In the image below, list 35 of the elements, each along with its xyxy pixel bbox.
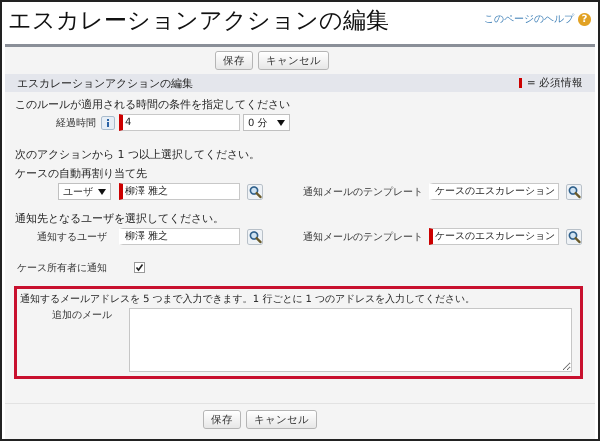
save-button[interactable]: 保存: [203, 410, 241, 429]
section-heading: 通知先となるユーザを選択してください。: [15, 211, 224, 226]
input-field[interactable]: ケースのエスカレーション: [429, 183, 559, 200]
field-label: 通知メールのテンプレート: [303, 186, 424, 198]
section-title: エスカレーションアクションの編集: [17, 76, 193, 90]
cancel-button[interactable]: キャンセル: [258, 51, 329, 70]
search-icon[interactable]: [566, 184, 582, 200]
field-label: ケース所有者に通知: [17, 262, 107, 274]
search-icon[interactable]: [247, 184, 263, 200]
caret-icon: [98, 188, 106, 194]
section-heading: 次のアクションから 1 つ以上選択してください。: [15, 147, 260, 162]
required-marker: [518, 78, 522, 88]
section-heading: ケースの自動再割り当て先: [15, 166, 147, 181]
field-label: 経過時間: [56, 116, 96, 130]
dropdown[interactable]: 0 分: [243, 114, 290, 131]
cancel-button[interactable]: キャンセル: [246, 410, 317, 429]
search-icon[interactable]: [566, 228, 582, 244]
help-link[interactable]: このページのヘルプ: [484, 12, 574, 26]
field-label: 通知するユーザ: [37, 230, 107, 244]
dropdown[interactable]: ユーザ: [58, 183, 111, 200]
page-title: エスカレーションアクションの編集: [8, 7, 389, 36]
section-heading: このルールが適用される時間の条件を指定してください: [15, 97, 290, 112]
field-label: 通知メールのテンプレート: [303, 230, 424, 244]
input-field[interactable]: ケースのエスカレーション: [429, 228, 559, 245]
input-field[interactable]: 柳澤 雅之: [119, 183, 240, 200]
checkbox[interactable]: [134, 262, 145, 273]
caret-icon: [277, 120, 285, 126]
required-legend: = 必須情報: [526, 76, 583, 90]
instruction-text: 通知するメールアドレスを 5 つまで入力できます。1 行ごとに 1 つのアドレスを入力してください。: [20, 292, 476, 306]
save-button[interactable]: 保存: [215, 51, 253, 70]
info-icon[interactable]: [101, 116, 115, 130]
input-field[interactable]: 柳澤 雅之: [119, 228, 240, 245]
search-icon[interactable]: [247, 228, 263, 244]
field-label: 追加のメール: [52, 308, 112, 322]
input-field[interactable]: 4: [119, 114, 240, 131]
